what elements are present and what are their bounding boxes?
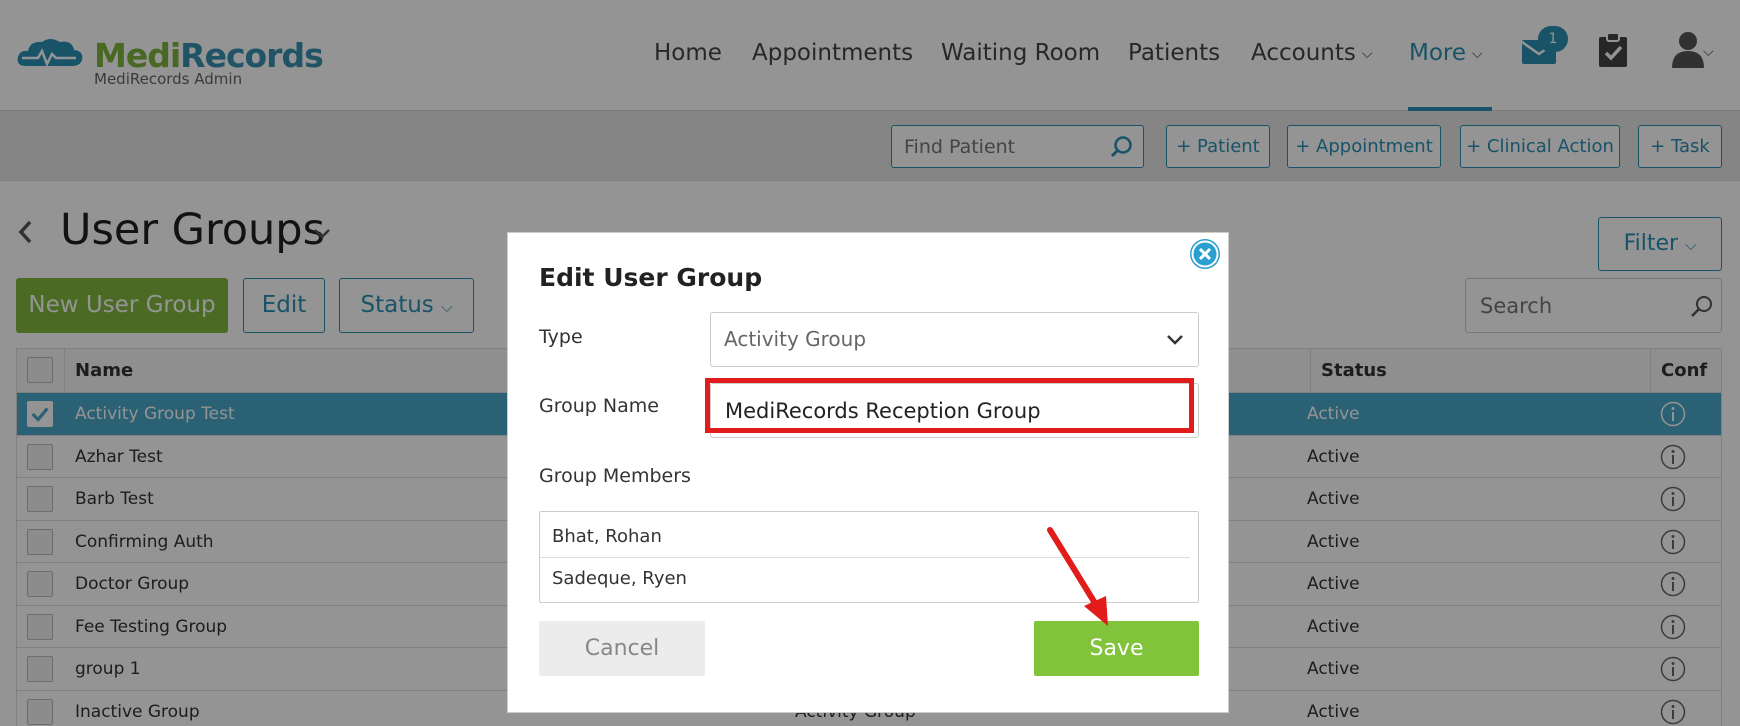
save-button[interactable]: Save: [1034, 621, 1199, 676]
group-name-input[interactable]: [710, 383, 1199, 438]
cancel-button[interactable]: Cancel: [539, 621, 705, 676]
type-select[interactable]: Activity Group: [710, 312, 1199, 367]
dialog-title: Edit User Group: [539, 263, 763, 292]
list-item[interactable]: Bhat, Rohan: [540, 516, 1190, 558]
type-label: Type: [539, 326, 583, 348]
group-members-list[interactable]: Bhat, Rohan Sadeque, Ryen: [539, 511, 1199, 603]
close-icon[interactable]: [1189, 238, 1221, 270]
type-select-value: Activity Group: [724, 327, 867, 351]
list-item[interactable]: Sadeque, Ryen: [540, 558, 1190, 600]
group-members-label: Group Members: [539, 465, 691, 487]
chevron-down-icon: [1167, 335, 1183, 345]
edit-user-group-dialog: Edit User Group Type Activity Group Grou…: [507, 232, 1229, 713]
group-name-label: Group Name: [539, 395, 659, 417]
